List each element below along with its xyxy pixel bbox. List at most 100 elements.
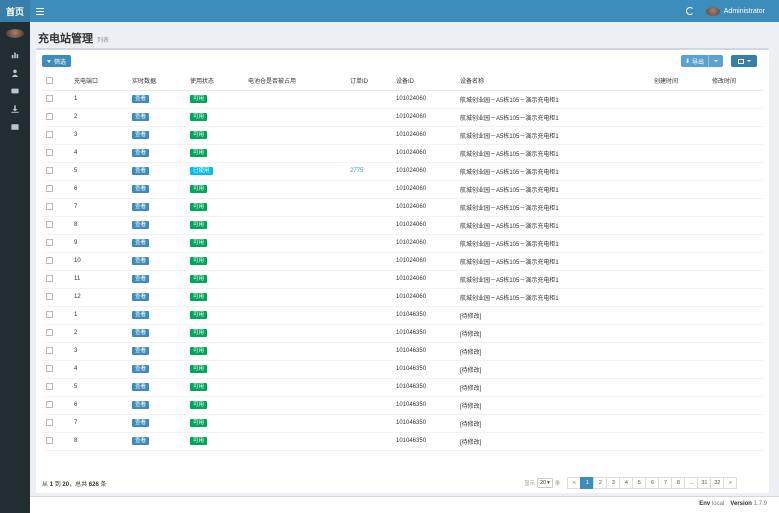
row-checkbox[interactable]	[46, 347, 53, 355]
view-button[interactable]: 查看	[132, 383, 150, 391]
export-main[interactable]: ⬇ 导出	[681, 55, 710, 67]
export-dropdown-toggle[interactable]	[709, 60, 723, 62]
col-header[interactable]: 订单ID	[348, 72, 394, 91]
row-checkbox[interactable]	[46, 383, 53, 391]
view-button[interactable]: 查看	[132, 167, 150, 175]
table-row: 2 查看 可用 101046350 [待修改]	[42, 324, 763, 343]
sidebar-toggle-icon[interactable]	[36, 7, 44, 15]
page-button[interactable]: 6	[645, 477, 660, 489]
row-select-cell	[42, 306, 72, 325]
row-select-cell	[42, 414, 72, 433]
page-button[interactable]: 1	[580, 477, 595, 489]
user-icon	[11, 69, 19, 77]
status-badge: 可用	[190, 437, 208, 445]
col-header[interactable]: 使用状态	[188, 72, 246, 91]
row-checkbox[interactable]	[46, 239, 53, 247]
view-button[interactable]: 查看	[132, 239, 150, 247]
row-checkbox[interactable]	[46, 293, 53, 301]
row-checkbox[interactable]	[46, 329, 53, 337]
row-checkbox[interactable]	[46, 167, 53, 175]
row-checkbox[interactable]	[46, 437, 53, 445]
row-checkbox[interactable]	[46, 257, 53, 265]
cell-created	[652, 378, 710, 397]
col-header[interactable]: 修改时间	[710, 72, 763, 91]
cell-status: 可用	[188, 432, 246, 451]
row-checkbox[interactable]	[46, 113, 53, 121]
cell-created	[652, 162, 710, 181]
cell-created	[652, 108, 710, 127]
col-header[interactable]: 充电端口	[72, 72, 130, 91]
table-row: 6 查看 可用 101046350 [待修改]	[42, 396, 763, 415]
row-checkbox[interactable]	[46, 401, 53, 409]
cell-modified	[710, 342, 763, 361]
status-badge: 可用	[190, 113, 208, 121]
row-checkbox[interactable]	[46, 419, 53, 427]
sidebar-item-user[interactable]	[0, 64, 30, 82]
page-button[interactable]: 4	[619, 477, 634, 489]
view-button[interactable]: 查看	[132, 185, 150, 193]
view-button[interactable]: 查看	[132, 95, 150, 103]
view-button[interactable]: 查看	[132, 275, 150, 283]
col-header[interactable]: 电池仓是否被占用	[246, 72, 348, 91]
page-button[interactable]: 31	[697, 477, 712, 489]
page-prev[interactable]: «	[567, 477, 582, 489]
page-button[interactable]: 2	[593, 477, 608, 489]
cell-status: 可用	[188, 270, 246, 289]
row-checkbox[interactable]	[46, 221, 53, 229]
view-button[interactable]: 查看	[132, 437, 150, 445]
row-checkbox[interactable]	[46, 95, 53, 103]
per-page-select[interactable]: 20 ▾	[537, 478, 553, 488]
page-button[interactable]: 32	[710, 477, 725, 489]
page-button[interactable]: 3	[606, 477, 621, 489]
page-button[interactable]: 7	[658, 477, 673, 489]
page-next[interactable]: »	[723, 477, 738, 489]
view-button[interactable]: 查看	[132, 329, 150, 337]
col-header[interactable]: 设备名称	[458, 72, 652, 91]
cell-created	[652, 252, 710, 271]
row-checkbox[interactable]	[46, 185, 53, 193]
row-checkbox[interactable]	[46, 275, 53, 283]
view-button[interactable]: 查看	[132, 365, 150, 373]
cell-created	[652, 234, 710, 253]
page-button[interactable]: 5	[632, 477, 647, 489]
row-checkbox[interactable]	[46, 365, 53, 373]
view-button[interactable]: 查看	[132, 131, 150, 139]
row-checkbox[interactable]	[46, 203, 53, 211]
select-all-checkbox[interactable]	[46, 77, 53, 85]
row-checkbox[interactable]	[46, 311, 53, 319]
refresh-icon[interactable]	[685, 7, 694, 15]
view-button[interactable]: 查看	[132, 311, 150, 319]
view-button[interactable]: 查看	[132, 113, 150, 121]
view-button[interactable]: 查看	[132, 419, 150, 427]
view-button[interactable]: 查看	[132, 221, 150, 229]
columns-button[interactable]	[731, 55, 757, 67]
col-header[interactable]: 创建时间	[652, 72, 710, 91]
cell-modified	[710, 378, 763, 397]
sidebar-item-list[interactable]	[0, 118, 30, 136]
col-header[interactable]: 设备ID	[394, 72, 458, 91]
logo[interactable]: 首页	[0, 0, 30, 22]
filter-button[interactable]: 筛选	[42, 55, 72, 67]
row-checkbox[interactable]	[46, 149, 53, 157]
page-button[interactable]: 8	[671, 477, 686, 489]
col-header[interactable]: 实时数据	[130, 72, 188, 91]
view-button[interactable]: 查看	[132, 293, 150, 301]
view-button[interactable]: 查看	[132, 203, 150, 211]
cell-modified	[710, 234, 763, 253]
cell-port: 3	[72, 342, 130, 361]
cell-port: 4	[72, 144, 130, 163]
view-button[interactable]: 查看	[132, 347, 150, 355]
view-button[interactable]: 查看	[132, 257, 150, 265]
export-button[interactable]: ⬇ 导出	[681, 55, 723, 67]
row-checkbox[interactable]	[46, 131, 53, 139]
order-link[interactable]: 2775	[350, 168, 363, 174]
view-button[interactable]: 查看	[132, 149, 150, 157]
user-menu[interactable]: Administrator	[705, 6, 765, 16]
sidebar-item-chart[interactable]	[0, 46, 30, 64]
per-page-label: 显示	[524, 481, 536, 487]
page-button[interactable]: ...	[684, 477, 699, 489]
view-button[interactable]: 查看	[132, 401, 150, 409]
sidebar-item-download[interactable]	[0, 100, 30, 118]
status-badge: 可用	[190, 347, 208, 355]
sidebar-item-card[interactable]	[0, 82, 30, 100]
